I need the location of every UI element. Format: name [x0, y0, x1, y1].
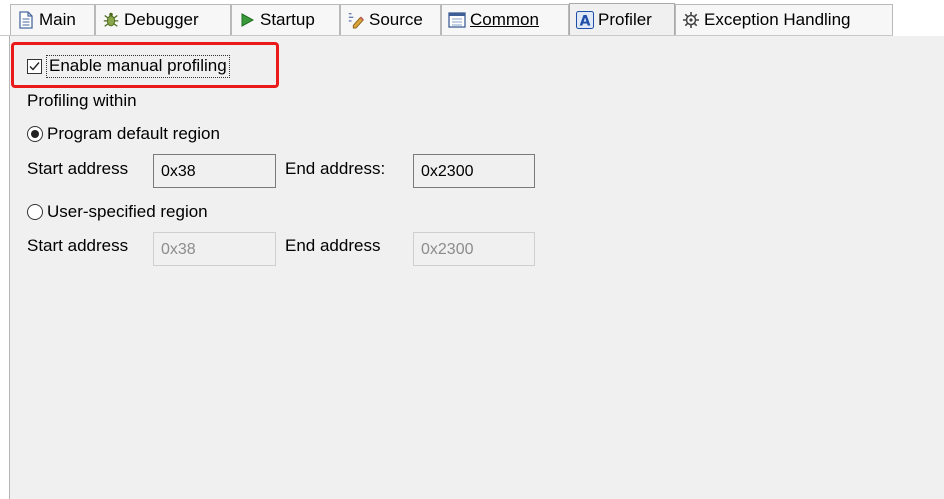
tab-strip: Main Debugger Startup Source Common A Pr… [0, 0, 944, 36]
tab-startup[interactable]: Startup [231, 4, 340, 35]
tab-main[interactable]: Main [10, 4, 95, 35]
profiler-panel [9, 36, 944, 499]
tab-exception-handling[interactable]: Exception Handling [675, 4, 893, 35]
tab-label: Main [39, 10, 76, 29]
user-specified-start-address-field[interactable]: 0x38 [153, 232, 276, 266]
user-specified-region-label: User-specified region [47, 202, 208, 221]
tab-label: Common [470, 10, 539, 30]
bug-icon [102, 11, 120, 29]
user-start-address-label: Start address [27, 236, 129, 255]
document-icon [17, 11, 35, 29]
play-icon [238, 11, 256, 29]
tab-label: Source [369, 10, 423, 29]
checkbox-checked-icon[interactable] [27, 59, 42, 74]
gear-icon [682, 11, 700, 29]
tab-label: Startup [260, 10, 315, 29]
tab-label: Profiler [598, 10, 652, 29]
tab-label-text: Common [470, 10, 539, 29]
user-end-address-label: End address [285, 236, 381, 255]
radio-unselected-icon[interactable] [27, 204, 43, 220]
tab-source[interactable]: Source [340, 4, 441, 35]
radio-selected-icon[interactable] [27, 126, 43, 142]
user-specified-end-address-field[interactable]: 0x2300 [413, 232, 535, 266]
tab-label: Exception Handling [704, 10, 851, 29]
svg-text:A: A [580, 14, 591, 30]
tab-debugger[interactable]: Debugger [95, 4, 231, 35]
user-specified-region-radio[interactable]: User-specified region [27, 202, 208, 222]
enable-manual-profiling-checkbox[interactable]: Enable manual profiling [27, 55, 230, 78]
profiling-within-label: Profiling within [27, 91, 137, 110]
start-address-label: Start address [27, 159, 129, 178]
program-default-start-address-field[interactable]: 0x38 [153, 154, 276, 188]
program-default-region-label: Program default region [47, 124, 220, 143]
tab-label: Debugger [124, 10, 199, 29]
program-default-region-radio[interactable]: Program default region [27, 124, 220, 144]
profiler-icon: A [576, 11, 594, 29]
window-icon [448, 11, 466, 29]
tab-common[interactable]: Common [441, 4, 569, 35]
end-address-label: End address: [285, 159, 386, 178]
program-default-end-address-field[interactable]: 0x2300 [413, 154, 535, 188]
source-icon [347, 11, 365, 29]
enable-manual-profiling-label: Enable manual profiling [46, 55, 230, 78]
tab-profiler[interactable]: A Profiler [569, 3, 675, 36]
